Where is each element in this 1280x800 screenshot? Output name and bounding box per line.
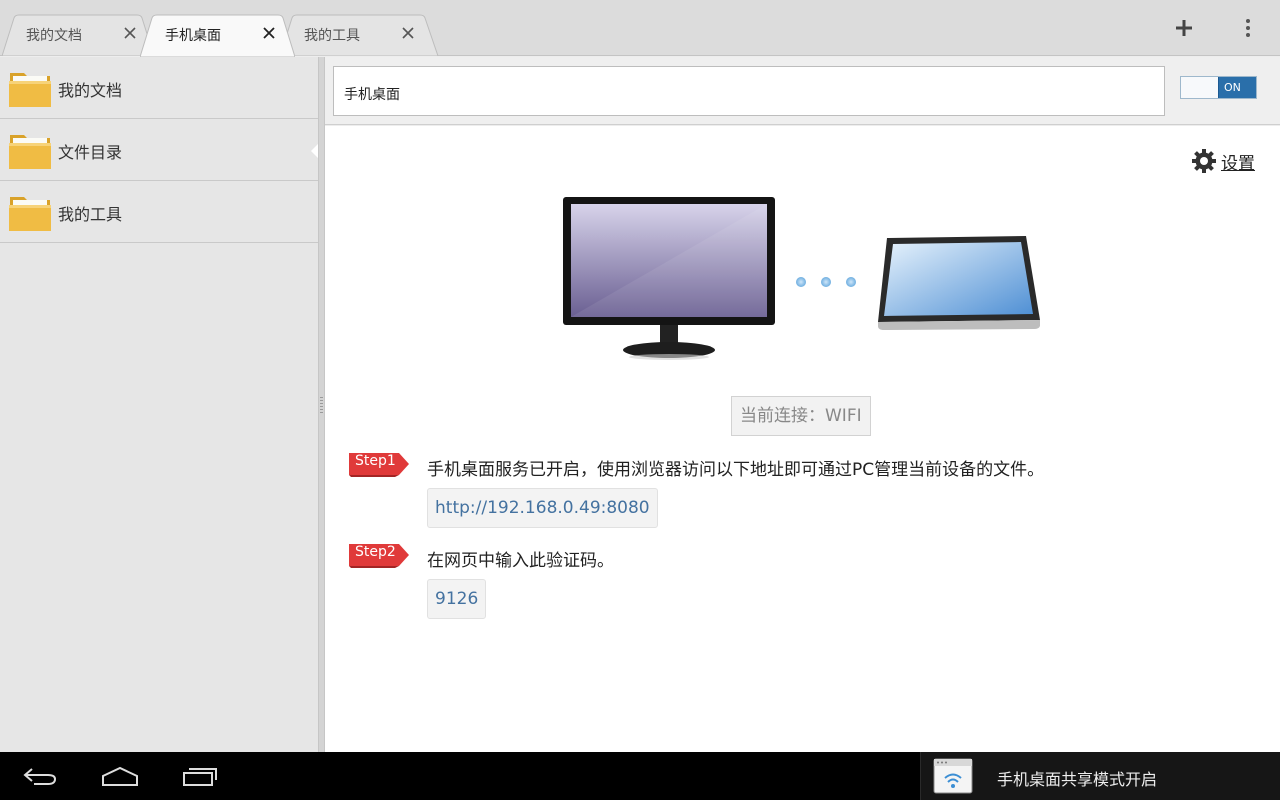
close-icon[interactable] bbox=[119, 22, 141, 44]
step-tag-label: Step1 bbox=[355, 453, 396, 469]
verification-code[interactable]: 9126 bbox=[427, 579, 487, 619]
step-2-text: 在网页中输入此验证码。 bbox=[427, 551, 614, 571]
toggle-off-side bbox=[1181, 77, 1219, 98]
overflow-menu-button[interactable] bbox=[1232, 12, 1264, 44]
sidebar-item-my-documents[interactable]: 我的文档 bbox=[0, 57, 318, 119]
system-nav-bar: 手机桌面共享模式开启 bbox=[0, 752, 1280, 800]
plus-icon bbox=[1176, 20, 1192, 36]
pc-to-device-illustration bbox=[563, 197, 1040, 360]
tab-mobile-desktop[interactable]: 手机桌面 bbox=[140, 14, 295, 57]
close-icon[interactable] bbox=[258, 22, 280, 44]
toggle-on-label: ON bbox=[1218, 77, 1256, 98]
app-window: 我的文档 我的工具 手机桌面 我的文档 文件目录 我的工具 手机桌面 ON 设置… bbox=[0, 0, 1280, 800]
sidebar-item-label: 我的文档 bbox=[58, 81, 123, 100]
close-icon[interactable] bbox=[397, 22, 419, 44]
step-tag-2: Step2 bbox=[349, 542, 411, 568]
monitor-icon bbox=[563, 197, 775, 360]
home-icon bbox=[102, 766, 138, 786]
step-tag-label: Step2 bbox=[355, 544, 396, 560]
step-1-text: 手机桌面服务已开启，使用浏览器访问以下地址即可通过PC管理当前设备的文件。 bbox=[427, 460, 1045, 480]
address-input[interactable]: 手机桌面 bbox=[333, 66, 1165, 116]
settings-link[interactable]: 设置 bbox=[1191, 148, 1255, 174]
server-url[interactable]: http://192.168.0.49:8080 bbox=[427, 488, 658, 528]
pane-divider[interactable] bbox=[318, 57, 325, 752]
notification-text: 手机桌面共享模式开启 bbox=[997, 770, 1158, 789]
tab-bar: 我的文档 我的工具 手机桌面 bbox=[0, 0, 1280, 57]
tab-label: 手机桌面 bbox=[165, 28, 221, 44]
tab-my-tools[interactable]: 我的工具 bbox=[280, 14, 440, 56]
settings-label: 设置 bbox=[1221, 153, 1255, 174]
back-button[interactable] bbox=[12, 760, 68, 792]
connection-dots bbox=[796, 277, 856, 287]
gear-icon bbox=[1192, 149, 1216, 173]
sidebar-item-file-directory[interactable]: 文件目录 bbox=[0, 119, 319, 181]
step-tag-1: Step1 bbox=[349, 451, 411, 477]
sidebar-item-my-tools[interactable]: 我的工具 bbox=[0, 181, 318, 243]
connection-status: 当前连接：WIFI bbox=[731, 396, 871, 436]
overflow-menu-icon bbox=[1246, 19, 1250, 37]
folder-icon bbox=[9, 73, 51, 107]
recent-apps-button[interactable] bbox=[172, 760, 228, 792]
address-bar: 手机桌面 ON bbox=[325, 57, 1280, 125]
divider-grip[interactable] bbox=[320, 397, 323, 413]
tab-label: 我的文档 bbox=[26, 28, 82, 44]
tab-my-documents[interactable]: 我的文档 bbox=[2, 14, 154, 56]
tablet-icon bbox=[878, 236, 1040, 330]
main-content: 设置 当前连接：WIFI Step1 手机桌面服务已开启，使用浏览器访问以下地址… bbox=[325, 126, 1280, 752]
sidebar-item-label: 我的工具 bbox=[58, 205, 123, 224]
recent-apps-icon bbox=[183, 768, 217, 786]
wifi-share-icon bbox=[933, 758, 973, 794]
back-icon bbox=[23, 768, 57, 785]
add-tab-button[interactable] bbox=[1168, 12, 1200, 44]
service-toggle[interactable]: ON bbox=[1180, 76, 1257, 99]
folder-icon bbox=[9, 197, 51, 231]
sidebar: 我的文档 文件目录 我的工具 bbox=[0, 57, 319, 752]
home-button[interactable] bbox=[92, 760, 148, 792]
folder-icon bbox=[9, 135, 51, 169]
tab-label: 我的工具 bbox=[304, 28, 360, 44]
sidebar-item-label: 文件目录 bbox=[58, 143, 123, 162]
status-notification[interactable]: 手机桌面共享模式开启 bbox=[920, 752, 1280, 800]
